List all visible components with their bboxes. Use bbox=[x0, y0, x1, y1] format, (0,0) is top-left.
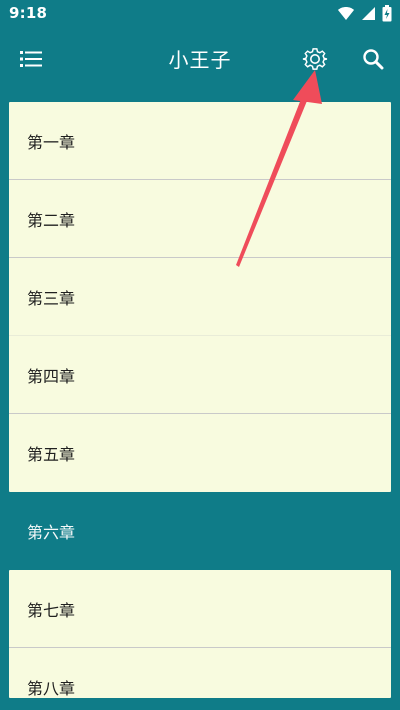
chapter-item-2[interactable]: 第二章 bbox=[9, 180, 391, 258]
chapter-item-5[interactable]: 第五章 bbox=[9, 414, 391, 491]
status-bar: 9:18 bbox=[0, 0, 400, 28]
chapter-card: 第一章 第二章 第三章 第四章 第五章 bbox=[9, 102, 391, 492]
chapter-item-6[interactable]: 第六章 bbox=[9, 492, 391, 570]
chapter-card: 第七章 第八章 bbox=[9, 570, 391, 698]
chapter-label: 第六章 bbox=[27, 523, 76, 542]
chapter-item-1[interactable]: 第一章 bbox=[9, 102, 391, 180]
chapter-item-8[interactable]: 第八章 bbox=[9, 648, 391, 698]
settings-button[interactable] bbox=[298, 42, 332, 76]
chapter-list: 第一章 第二章 第三章 第四章 第五章 第六章 第七章 第八章 bbox=[0, 100, 400, 710]
status-icons bbox=[337, 4, 392, 22]
chapter-item-3[interactable]: 第三章 bbox=[9, 258, 391, 336]
wifi-icon bbox=[338, 7, 354, 20]
chapter-label: 第八章 bbox=[27, 678, 76, 698]
chapter-label: 第二章 bbox=[27, 210, 76, 230]
app-title: 小王子 bbox=[168, 48, 232, 72]
search-icon bbox=[363, 49, 384, 70]
chapter-label: 第五章 bbox=[27, 444, 76, 464]
chapter-label: 第三章 bbox=[27, 288, 76, 308]
battery-icon bbox=[382, 4, 392, 21]
app-bar: 小王子 bbox=[0, 28, 400, 90]
status-time: 9:18 bbox=[9, 4, 48, 22]
chapter-item-7[interactable]: 第七章 bbox=[9, 570, 391, 648]
search-button[interactable] bbox=[356, 42, 390, 76]
chapter-item-4[interactable]: 第四章 bbox=[9, 336, 391, 414]
cellular-signal-icon bbox=[362, 6, 375, 20]
chapter-label: 第七章 bbox=[27, 600, 76, 620]
chapter-label: 第一章 bbox=[27, 132, 76, 152]
chapter-label: 第四章 bbox=[27, 366, 76, 386]
gear-icon bbox=[302, 48, 328, 70]
